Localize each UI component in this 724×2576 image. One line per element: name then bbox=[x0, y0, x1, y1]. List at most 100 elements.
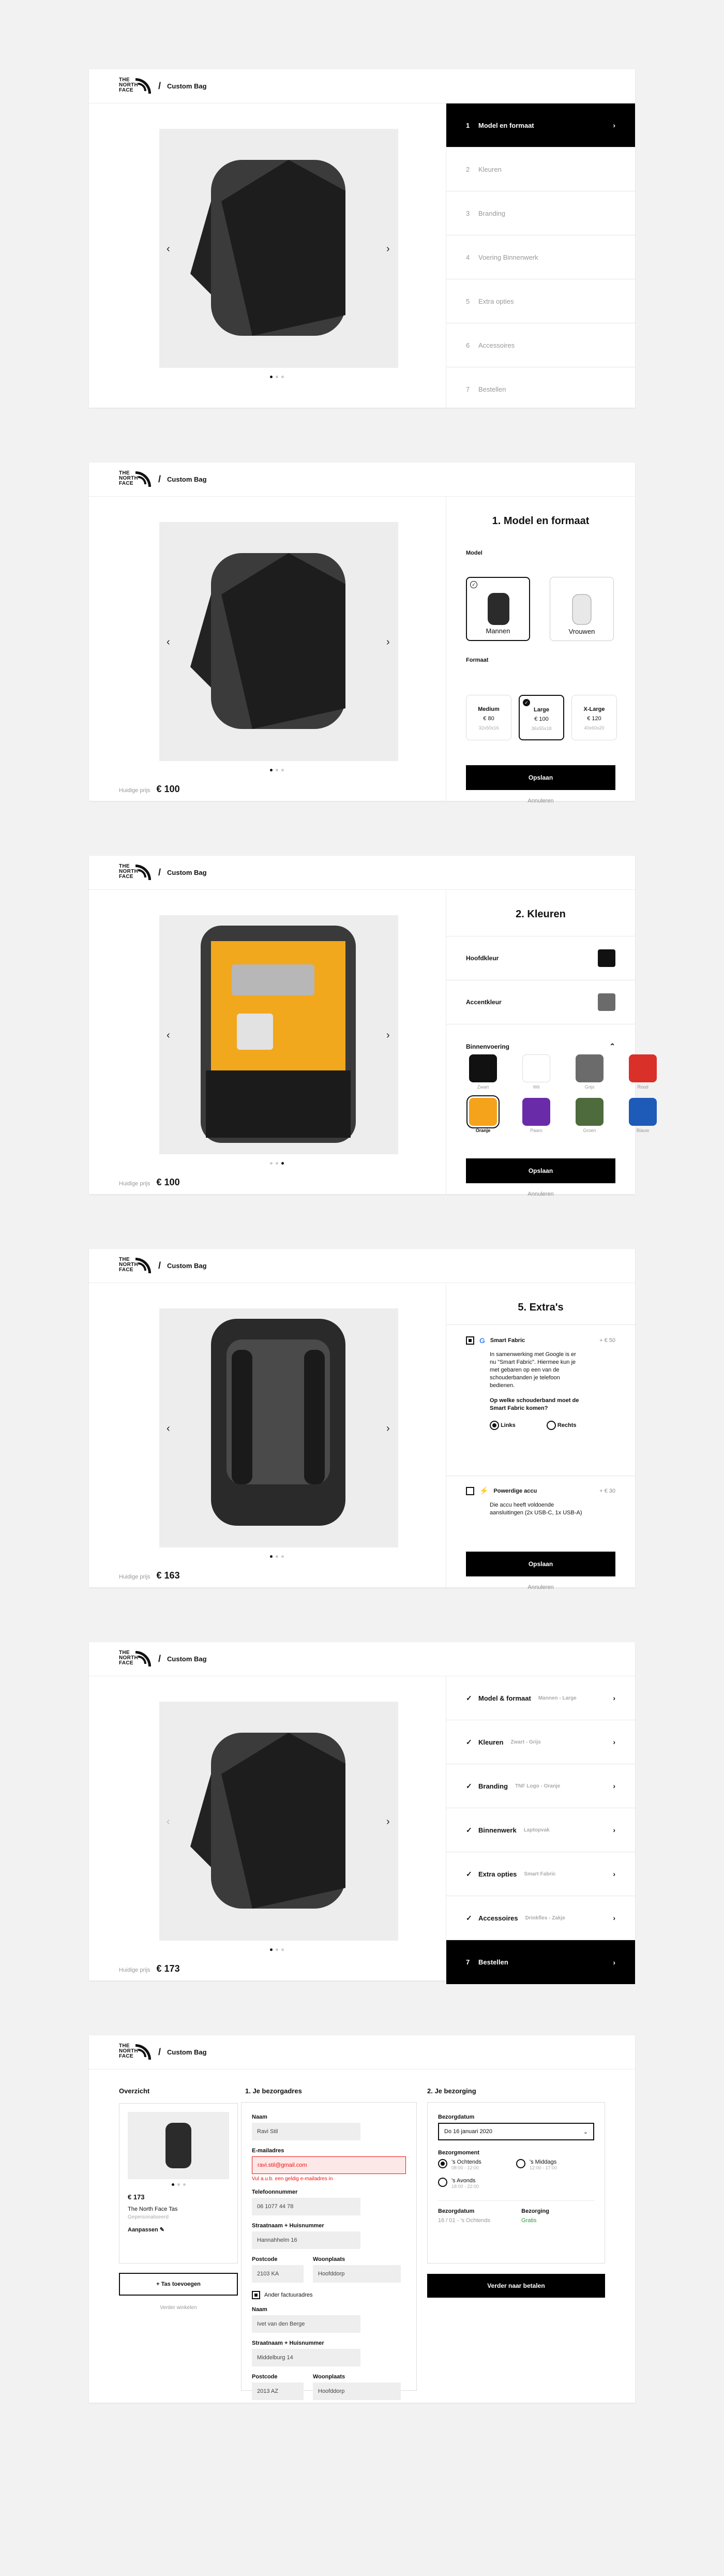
step-item[interactable]: 5 Extra opties bbox=[446, 279, 635, 323]
accent-color-row[interactable]: Accentkleur bbox=[446, 980, 635, 1024]
carousel-next-button[interactable]: › bbox=[386, 1030, 390, 1041]
postcode-field[interactable]: 2103 KA bbox=[252, 2265, 304, 2283]
chevron-down-icon: ⌄ bbox=[583, 2128, 588, 2135]
swatch-option[interactable]: Wit bbox=[519, 1054, 553, 1090]
cancel-link[interactable]: Annuleren bbox=[446, 1584, 635, 1590]
carousel-next-button[interactable]: › bbox=[386, 1423, 390, 1435]
step-item[interactable]: ✓ Accessoires Drinkfles - Zakje › bbox=[446, 1896, 635, 1940]
carousel-next-button[interactable]: › bbox=[386, 243, 390, 255]
carousel-dots[interactable] bbox=[270, 1555, 284, 1558]
chevron-right-icon: › bbox=[613, 1694, 615, 1702]
continue-shopping-link[interactable]: Verder winkelen bbox=[119, 2305, 238, 2311]
swatch-option[interactable]: Rood bbox=[626, 1054, 660, 1090]
cancel-link[interactable]: Annuleren bbox=[446, 1191, 635, 1197]
name-field[interactable]: Ravi Stil bbox=[252, 2123, 360, 2140]
tnf-logo[interactable]: THE NORTH FACE bbox=[119, 1649, 151, 1669]
carousel-prev-button[interactable]: ‹ bbox=[167, 1816, 170, 1828]
step-item[interactable]: ✓ Model & formaat Mannen - Large › bbox=[446, 1676, 635, 1720]
step-item[interactable]: 2 Kleuren bbox=[446, 147, 635, 191]
checkbox[interactable] bbox=[466, 1486, 474, 1495]
color-swatch bbox=[598, 993, 615, 1011]
add-bag-button[interactable]: + Tas toevoegen bbox=[119, 2273, 238, 2296]
delivery-date-select[interactable]: Do 16 januari 2020 ⌄ bbox=[438, 2123, 594, 2140]
size-medium-option[interactable]: Medium € 80 32x50x16 bbox=[466, 695, 511, 740]
alt-invoice-checkbox[interactable]: Ander factuuradres bbox=[252, 2291, 406, 2299]
carousel-dots[interactable] bbox=[270, 376, 284, 378]
carousel-dots[interactable] bbox=[270, 1948, 284, 1951]
check-icon: ✓ bbox=[466, 1825, 472, 1834]
slot-evening[interactable]: 's Avonds 18:00 - 22:00 bbox=[438, 2178, 516, 2189]
size-xlarge-option[interactable]: X-Large € 120 40x60x20 bbox=[571, 695, 617, 740]
screen-colors: THE NORTH FACE / Custom Bag ‹ › Huidige pr… bbox=[89, 856, 657, 1197]
tnf-logo[interactable]: THE NORTH FACE bbox=[119, 1256, 151, 1276]
screen-extras: THE NORTH FACE / Custom Bag ‹ › Huidige pr… bbox=[89, 1249, 635, 1590]
save-button[interactable]: Opslaan bbox=[466, 1552, 615, 1576]
step-item[interactable]: 7 Bestellen bbox=[446, 367, 635, 411]
invoice-city-field[interactable]: Hoofddorp bbox=[313, 2383, 401, 2400]
city-field[interactable]: Hoofddorp bbox=[313, 2265, 401, 2283]
edit-link[interactable]: Aanpassen ✎ bbox=[128, 2226, 229, 2233]
swatch-option[interactable]: Oranje bbox=[466, 1095, 500, 1133]
panel-title: 5. Extra's bbox=[518, 1302, 564, 1313]
tnf-logo[interactable]: THE NORTH FACE bbox=[119, 77, 151, 96]
carousel-prev-button[interactable]: ‹ bbox=[167, 1423, 170, 1435]
step-item[interactable]: 6 Accessoires bbox=[446, 323, 635, 367]
invoice-street-field[interactable]: Middelburg 14 bbox=[252, 2349, 360, 2366]
cancel-link[interactable]: Annuleren bbox=[446, 798, 635, 804]
carousel-prev-button[interactable]: ‹ bbox=[167, 636, 170, 648]
slot-morning[interactable]: 's Ochtends 08:00 - 12:00 bbox=[438, 2159, 516, 2170]
swatch-option[interactable]: Grijs bbox=[572, 1054, 607, 1090]
email-error: Vul a.u.b. een geldig e-mailadres in bbox=[252, 2176, 333, 2182]
step-item[interactable]: 1 Model en formaat › bbox=[446, 103, 635, 147]
breadcrumb: Custom Bag bbox=[167, 1655, 207, 1663]
tnf-logo[interactable]: THE NORTH FACE bbox=[119, 863, 151, 883]
logo-text: THE NORTH FACE bbox=[119, 1649, 139, 1666]
radio-right[interactable]: Rechts bbox=[546, 1421, 577, 1430]
logo-text: THE NORTH FACE bbox=[119, 77, 139, 93]
invoice-name-field[interactable]: Ivet van den Berge bbox=[252, 2315, 360, 2333]
model-men-option[interactable]: ✓ Mannen bbox=[466, 577, 530, 641]
step-list: 1 Model en formaat › 2 Kleuren 3 Branding 4V… bbox=[446, 103, 635, 408]
email-field[interactable]: ravi.stil@gmail.com bbox=[252, 2156, 406, 2174]
step-item[interactable]: ✓ Kleuren Zwart - Grijs › bbox=[446, 1720, 635, 1764]
step-item[interactable]: ✓ Branding TNF Logo - Oranje › bbox=[446, 1764, 635, 1808]
checkbox[interactable] bbox=[466, 1336, 474, 1345]
carousel-next-button[interactable]: › bbox=[386, 1816, 390, 1828]
tnf-logo[interactable]: THE NORTH FACE bbox=[119, 470, 151, 489]
step-item[interactable]: ✓ Extra opties Smart Fabric › bbox=[446, 1852, 635, 1896]
breadcrumb: Custom Bag bbox=[167, 1262, 207, 1270]
overview-title: Overzicht bbox=[119, 2087, 150, 2095]
swatch-option[interactable]: Groen bbox=[572, 1098, 607, 1133]
tnf-logo[interactable]: THE NORTH FACE bbox=[119, 2043, 151, 2062]
street-field[interactable]: Hannahhelm 16 bbox=[252, 2231, 360, 2249]
step-item[interactable]: ✓ Binnenwerk Laptopvak › bbox=[446, 1808, 635, 1852]
carousel-prev-button[interactable]: ‹ bbox=[167, 1030, 170, 1041]
check-icon: ✓ bbox=[523, 699, 530, 706]
phone-field[interactable]: 06 1077 44 78 bbox=[252, 2198, 360, 2215]
logo-text: THE NORTH FACE bbox=[119, 470, 139, 486]
step-item[interactable]: 7 Bestellen › bbox=[446, 1940, 635, 1984]
size-large-option[interactable]: ✓ Large € 100 36x55x18 bbox=[519, 695, 564, 740]
check-icon: ✓ bbox=[466, 1781, 472, 1790]
invoice-postcode-field[interactable]: 2013 AZ bbox=[252, 2383, 304, 2400]
carousel-dots[interactable] bbox=[270, 1162, 284, 1165]
swatch-option[interactable]: Paars bbox=[519, 1098, 553, 1133]
chevron-right-icon: › bbox=[613, 1914, 615, 1922]
swatch-option[interactable]: Zwart bbox=[466, 1054, 500, 1090]
main-color-row[interactable]: Hoofdkleur bbox=[446, 936, 635, 980]
extra-option-smart-fabric: G Smart Fabric + € 50 In samenwerking met … bbox=[446, 1324, 635, 1439]
model-women-option[interactable]: Vrouwen bbox=[550, 577, 614, 641]
address-column: 1. Je bezorgadres Naam Ravi Stil E-mailad… bbox=[241, 2087, 417, 2400]
radio-left[interactable]: Links bbox=[490, 1421, 516, 1430]
swatch-option[interactable]: Blauw bbox=[626, 1098, 660, 1133]
slot-afternoon[interactable]: 's Middags 12:00 - 17:00 bbox=[516, 2159, 594, 2170]
step-item[interactable]: 4 Voering Binnenwerk bbox=[446, 235, 635, 279]
carousel-next-button[interactable]: › bbox=[386, 636, 390, 648]
save-button[interactable]: Opslaan bbox=[466, 765, 615, 790]
proceed-to-payment-button[interactable]: Verder naar betalen bbox=[427, 2274, 605, 2298]
delivery-summary: Bezorgdatum 16 / 01 - 's Ochtends Bezorgi… bbox=[438, 2200, 594, 2224]
carousel-dots[interactable] bbox=[270, 769, 284, 771]
step-item[interactable]: 3 Branding bbox=[446, 191, 635, 235]
save-button[interactable]: Opslaan bbox=[466, 1158, 615, 1183]
carousel-prev-button[interactable]: ‹ bbox=[167, 243, 170, 255]
